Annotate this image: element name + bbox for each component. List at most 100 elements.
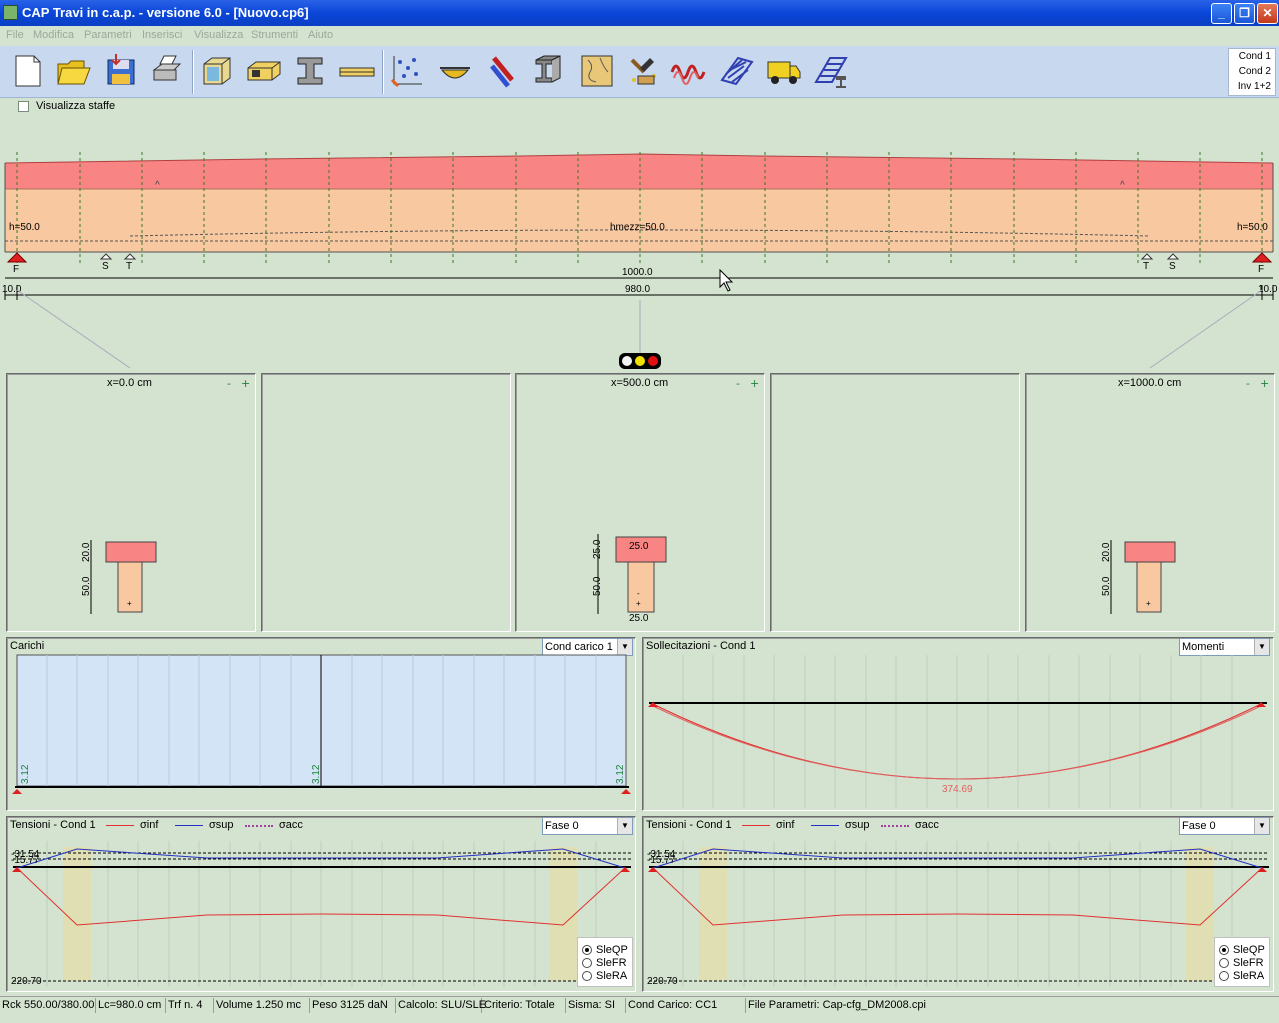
bowl-section-icon[interactable]	[436, 52, 474, 90]
dim-web-label: 50.0	[1101, 576, 1112, 596]
marker-s-icon[interactable]	[1166, 253, 1180, 260]
marker-label: S	[1169, 261, 1176, 272]
close-button[interactable]: ✕	[1257, 3, 1278, 24]
svg-text:+: +	[636, 599, 641, 608]
beam-elevation[interactable]: ^ ^ h=50.0 hmezz=50.0 h=50.0 F F S T T S…	[0, 140, 1279, 370]
marker-t-icon[interactable]	[123, 253, 137, 260]
dim-flange-label: 20.0	[1101, 542, 1112, 562]
status-lc: Lc=980.0 cm	[96, 998, 166, 1013]
strand-icon[interactable]	[484, 52, 522, 90]
app-icon[interactable]	[3, 5, 18, 20]
status-criterion: Criterio: Totale	[482, 998, 566, 1013]
beam-section-icon[interactable]	[244, 52, 282, 90]
section-panel[interactable]: x=500.0 cm - + + - 25.0 25.0 25.0 50.0	[515, 373, 765, 632]
dim-flange-label: 25.0	[592, 539, 603, 559]
section-panel[interactable]: x=0.0 cm - + + 20.0 50.0	[6, 373, 256, 632]
moment-diagram[interactable]: 374.69	[643, 638, 1273, 810]
stress-top-value: -15.77	[647, 855, 676, 866]
moment-max-label: 374.69	[942, 784, 973, 795]
menu-inserisci[interactable]: Inserisci	[142, 29, 182, 41]
rebar-cage-icon[interactable]	[718, 52, 756, 90]
minimize-button[interactable]: _	[1211, 3, 1232, 24]
section-panel-empty[interactable]	[770, 373, 1020, 632]
mouse-cursor	[719, 268, 734, 292]
marker-label: T	[1143, 261, 1149, 272]
open-folder-icon[interactable]	[54, 52, 92, 90]
radio-slera[interactable]: SleRA	[1215, 970, 1269, 983]
support-right[interactable]	[1251, 252, 1273, 263]
radio-sleqp[interactable]: SleQP	[1215, 944, 1269, 957]
new-file-icon[interactable]	[8, 52, 46, 90]
menu-file[interactable]: File	[6, 29, 24, 41]
support-left[interactable]	[6, 252, 28, 263]
section-panel[interactable]: x=1000.0 cm - + + 20.0 50.0	[1025, 373, 1275, 632]
status-traffic-light	[619, 353, 661, 369]
sle-combination-group: SleQP SleFR SleRA	[577, 937, 633, 987]
radio-slefr[interactable]: SleFR	[578, 957, 632, 970]
svg-text:+: +	[1146, 599, 1151, 608]
conditions-list[interactable]: Cond 1 Cond 2 Inv 1+2	[1228, 48, 1276, 96]
menu-strumenti[interactable]: Strumenti	[251, 29, 298, 41]
status-calc: Calcolo: SLU/SLE	[398, 998, 487, 1013]
radio-sleqp[interactable]: SleQP	[578, 944, 632, 957]
cross-section: + - 25.0 25.0 25.0 50.0	[592, 534, 667, 624]
support-right-label: F	[1258, 264, 1264, 275]
beam-box-icon[interactable]	[198, 52, 236, 90]
status-param-file: File Parametri: Cap-cfg_DM2008.cpi	[748, 999, 926, 1011]
menu-aiuto[interactable]: Aiuto	[308, 29, 333, 41]
map-icon[interactable]	[578, 52, 616, 90]
stress-bottom-value: 220.70	[11, 976, 42, 987]
cross-section: + 20.0 50.0	[81, 540, 157, 614]
stress-top-value: -15.77	[11, 855, 40, 866]
save-disk-icon[interactable]	[102, 52, 140, 90]
status-seismic: Sisma: SI	[566, 998, 626, 1013]
menu-visualizza[interactable]: Visualizza	[194, 29, 243, 41]
title-bar: CAP Travi in c.a.p. - versione 6.0 - [Nu…	[0, 0, 1279, 26]
toolbar	[0, 46, 1279, 98]
forces-panel: Sollecitazioni - Cond 1 Momenti ▼ 374.69	[642, 637, 1274, 811]
dim-web-label: 50.0	[81, 576, 92, 596]
hammer-icon[interactable]	[624, 52, 662, 90]
radio-slefr[interactable]: SleFR	[1215, 957, 1269, 970]
stress-panel: Tensioni - Cond 1 σinf σsup σacc Fase 0 ▼…	[6, 816, 636, 992]
menu-modifica[interactable]: Modifica	[33, 29, 74, 41]
beam-long-icon[interactable]	[338, 52, 376, 90]
print-icon[interactable]	[148, 52, 186, 90]
load-value-label: 3.12	[615, 764, 626, 784]
height-mid-label: hmezz=50.0	[610, 222, 665, 233]
status-load-condition: Cond Carico: CC1	[626, 998, 746, 1013]
support-left-label: F	[13, 264, 19, 275]
spring-icon[interactable]	[670, 52, 708, 90]
radio-slera[interactable]: SleRA	[578, 970, 632, 983]
stress-diagram[interactable]: -31.54 -15.77 220.70	[643, 817, 1273, 991]
loads-diagram[interactable]: 3.12 3.12 3.12	[7, 638, 635, 810]
marker-t-icon[interactable]	[1140, 253, 1154, 260]
stress-bottom-value: 220.70	[647, 976, 678, 987]
status-weight: Peso 3125 daN	[310, 998, 396, 1013]
marker-s-icon[interactable]	[99, 253, 113, 260]
marker-label: S	[102, 261, 109, 272]
dim-web-label: 50.0	[592, 576, 603, 596]
status-bar: Rck 550.00/380.00 Lc=980.0 cm Trf n. 4 V…	[0, 996, 1279, 1013]
sle-combination-group: SleQP SleFR SleRA	[1214, 937, 1270, 987]
menu-parametri[interactable]: Parametri	[84, 29, 132, 41]
status-rck: Rck 550.00/380.00	[2, 998, 96, 1013]
steel-section-icon[interactable]	[530, 52, 568, 90]
span-net-label: 980.0	[625, 284, 650, 295]
stirrup-cage-icon[interactable]	[812, 52, 850, 90]
tendons-icon[interactable]	[388, 52, 426, 90]
show-stirrups-checkbox[interactable]	[18, 101, 29, 112]
section-panel-empty[interactable]	[261, 373, 511, 632]
marker-label: T	[126, 261, 132, 272]
loads-panel: Carichi Cond carico 1 ▼ 3.12 3.12 3.12	[6, 637, 636, 811]
menu-bar: File Modifica Parametri Inserisci Visual…	[0, 26, 1279, 46]
restore-button[interactable]: ❐	[1234, 3, 1255, 24]
height-left-label: h=50.0	[9, 222, 40, 233]
stress-diagram[interactable]: -31.54 -15.77 220.70	[7, 817, 635, 991]
i-beam-icon[interactable]	[292, 52, 330, 90]
load-value-label: 3.12	[20, 764, 31, 784]
condition-item[interactable]: Inv 1+2	[1229, 79, 1275, 94]
truck-icon[interactable]	[764, 52, 802, 90]
condition-item[interactable]: Cond 2	[1229, 64, 1275, 79]
condition-item[interactable]: Cond 1	[1229, 49, 1275, 64]
